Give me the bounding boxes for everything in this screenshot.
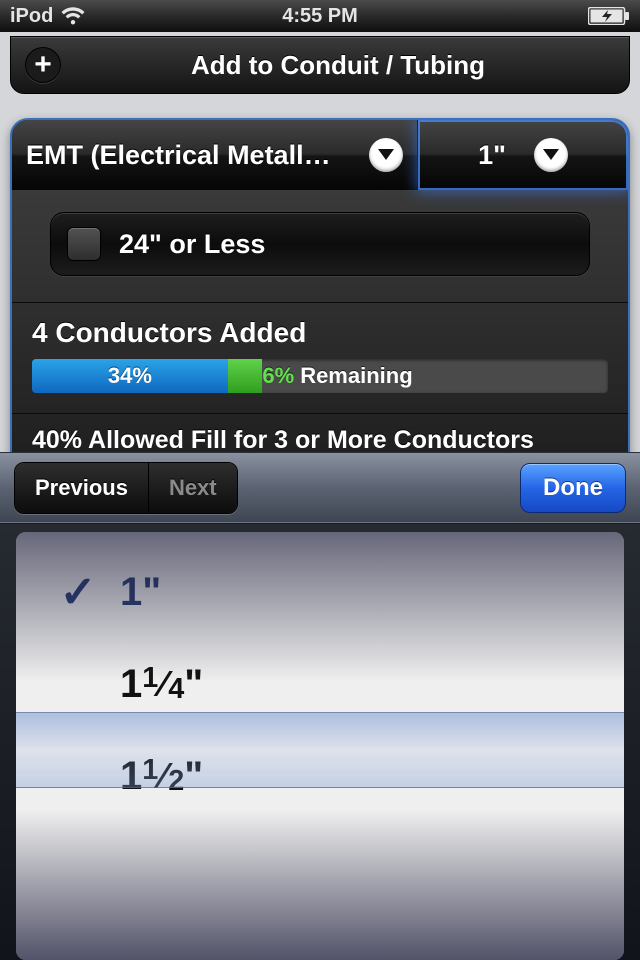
next-button[interactable]: Next	[148, 463, 237, 513]
picker-option[interactable]: 3⁄4"	[16, 532, 624, 546]
add-to-conduit-button[interactable]: + Add to Conduit / Tubing	[10, 36, 630, 94]
picker-toolbar: Previous Next Done	[0, 452, 640, 524]
size-picker[interactable]: 1⁄2"3⁄4"✓1"1 1⁄4"1 1⁄2"	[16, 532, 624, 960]
used-pct-label: 34%	[32, 359, 228, 393]
conductors-section: 4 Conductors Added 34% 6% Remaining	[12, 303, 628, 414]
conduit-size-label: 1"	[478, 140, 506, 171]
checkbox-icon	[67, 227, 101, 261]
picker-option[interactable]: ✓1"	[16, 546, 624, 638]
wifi-icon	[61, 7, 85, 25]
remaining-word: Remaining	[300, 363, 412, 389]
conduit-type-dropdown[interactable]: EMT (Electrical Metall…	[12, 120, 418, 190]
chevron-down-icon	[534, 138, 568, 172]
battery-icon	[588, 7, 630, 25]
conduit-type-label: EMT (Electrical Metall…	[26, 140, 357, 171]
conduit-size-dropdown[interactable]: 1"	[418, 120, 628, 190]
picker-option[interactable]: 1 1⁄2"	[16, 730, 624, 822]
picker-option[interactable]: 1 1⁄4"	[16, 638, 624, 730]
clock: 4:55 PM	[282, 5, 358, 28]
prev-next-segment: Previous Next	[14, 462, 238, 514]
conductors-title: 4 Conductors Added	[32, 317, 608, 349]
allowed-fill-title: 40% Allowed Fill for 3 or More Conductor…	[32, 426, 608, 455]
add-to-conduit-label: Add to Conduit / Tubing	[61, 50, 615, 81]
device-label: iPod	[10, 5, 53, 28]
fill-progress-bar: 34% 6% Remaining	[32, 359, 608, 393]
size-picker-container: 1⁄2"3⁄4"✓1"1 1⁄4"1 1⁄2"	[0, 524, 640, 960]
chevron-down-icon	[369, 138, 403, 172]
check-icon: ✓	[56, 567, 100, 618]
status-bar: iPod 4:55 PM	[0, 0, 640, 32]
length-24-label: 24" or Less	[119, 229, 265, 260]
plus-circle-icon: +	[25, 47, 61, 83]
length-24-toggle[interactable]: 24" or Less	[50, 212, 590, 276]
remaining-pct-label: 6%	[262, 363, 294, 389]
previous-button[interactable]: Previous	[15, 463, 148, 513]
done-button[interactable]: Done	[520, 463, 626, 513]
